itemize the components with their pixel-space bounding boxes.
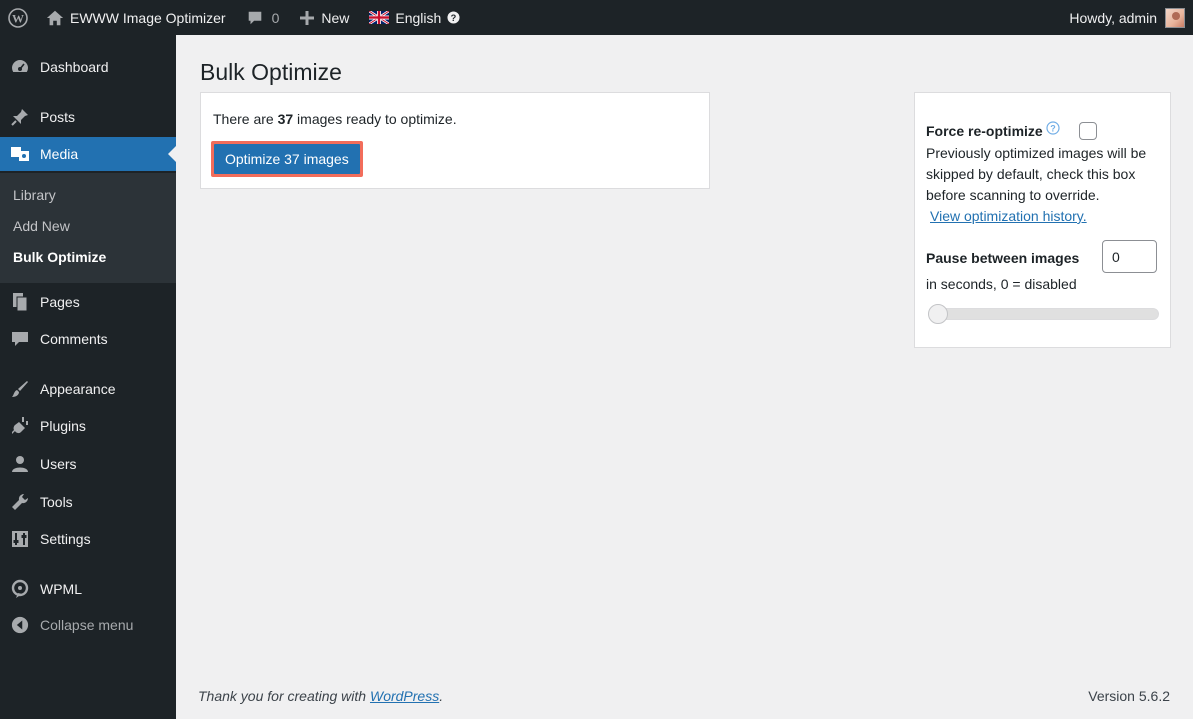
admin-sidebar: Dashboard Posts Media Library Add New Bu… [0, 35, 176, 719]
wordpress-link[interactable]: WordPress [370, 688, 439, 704]
language-label: English [395, 9, 442, 26]
footer-thanks-prefix: Thank you for creating with [198, 688, 370, 704]
force-reoptimize-checkbox[interactable] [1078, 121, 1097, 140]
sidebar-item-settings[interactable]: Settings [0, 522, 176, 556]
sidebar-item-media[interactable]: Media [0, 137, 176, 171]
help-circle-icon: ? [447, 11, 460, 24]
plug-icon [10, 416, 30, 436]
admin-bar: W EWWW Image Optimizer 0 New English ? H… [0, 0, 1193, 35]
submenu-item-bulk-optimize[interactable]: Bulk Optimize [13, 249, 106, 265]
pages-icon [10, 292, 30, 312]
sidebar-item-plugins[interactable]: Plugins [0, 409, 176, 443]
sidebar-item-posts[interactable]: Posts [0, 100, 176, 134]
pause-slider[interactable] [928, 304, 1159, 324]
optimization-history-link[interactable]: View optimization history. [930, 206, 1087, 227]
sidebar-item-comments[interactable]: Comments [0, 322, 176, 356]
uk-flag-icon [369, 11, 390, 24]
new-content-link[interactable]: New [291, 0, 357, 35]
submenu-item-add-new[interactable]: Add New [13, 218, 70, 234]
settings-icon [10, 529, 30, 549]
comments-icon [10, 329, 30, 349]
wrench-icon [10, 492, 30, 512]
svg-text:?: ? [451, 13, 457, 23]
pause-slider-handle[interactable] [928, 304, 948, 324]
sidebar-item-tools[interactable]: Tools [0, 485, 176, 519]
wpml-icon [10, 579, 30, 599]
optimize-images-button[interactable]: Optimize 37 images [214, 144, 360, 174]
collapse-arrow-icon [10, 615, 30, 635]
home-icon [46, 10, 64, 25]
greeting-label: Howdy, admin [1069, 9, 1157, 26]
submenu-item-library[interactable]: Library [13, 187, 56, 203]
sidebar-item-appearance[interactable]: Appearance [0, 372, 176, 406]
new-label: New [321, 9, 350, 26]
bulk-optimize-panel: There are 37 images ready to optimize. O… [200, 92, 710, 189]
media-icon [10, 144, 30, 164]
help-icon[interactable]: ? [1046, 120, 1060, 135]
pause-seconds-input[interactable] [1102, 240, 1157, 273]
language-switcher[interactable]: English ? [361, 0, 468, 35]
wordpress-logo-button[interactable]: W [0, 0, 38, 35]
dashboard-icon [10, 57, 30, 77]
ready-suffix: images ready to optimize. [293, 111, 457, 127]
ready-count: 37 [277, 111, 294, 127]
pause-hint-text: in seconds, 0 = disabled [926, 276, 1077, 292]
optimize-options-panel: Force re-optimize ? Previously optimized… [914, 92, 1171, 348]
main-content: Bulk Optimize There are 37 images ready … [176, 35, 1193, 719]
my-account-link[interactable]: Howdy, admin [1069, 0, 1185, 35]
comments-link[interactable]: 0 [238, 0, 288, 35]
sidebar-item-dashboard[interactable]: Dashboard [0, 50, 176, 84]
optimize-button-highlight: Optimize 37 images [211, 141, 363, 177]
svg-text:?: ? [1050, 123, 1056, 133]
sidebar-item-pages[interactable]: Pages [0, 285, 176, 319]
sidebar-item-users[interactable]: Users [0, 447, 176, 481]
pause-between-images-label: Pause between images [926, 250, 1080, 266]
brush-icon [10, 379, 30, 399]
force-reoptimize-label: Force re-optimize [926, 123, 1043, 139]
site-name-link[interactable]: EWWW Image Optimizer [38, 0, 234, 35]
svg-text:W: W [12, 11, 24, 25]
media-submenu: Library Add New Bulk Optimize [0, 173, 176, 283]
force-reoptimize-row: Force re-optimize ? [926, 120, 1097, 142]
ready-prefix: There are [213, 111, 278, 127]
comment-count: 0 [271, 9, 280, 26]
force-reoptimize-description: Previously optimized images will be skip… [926, 145, 1147, 203]
collapse-menu-button[interactable]: Collapse menu [0, 608, 176, 642]
plus-icon [300, 10, 315, 25]
footer-thanks-suffix: . [439, 688, 444, 704]
ready-status-text: There are 37 images ready to optimize. [213, 111, 457, 127]
site-name-label: EWWW Image Optimizer [70, 9, 226, 26]
footer-version: Version 5.6.2 [1088, 688, 1170, 704]
avatar [1165, 7, 1185, 28]
sidebar-item-wpml[interactable]: WPML [0, 572, 176, 606]
page-title: Bulk Optimize [200, 59, 342, 85]
pin-icon [10, 107, 30, 127]
footer-thanks: Thank you for creating with WordPress. [198, 688, 443, 704]
wordpress-icon: W [8, 7, 28, 28]
users-icon [10, 454, 30, 474]
comment-bubble-icon [248, 11, 261, 24]
